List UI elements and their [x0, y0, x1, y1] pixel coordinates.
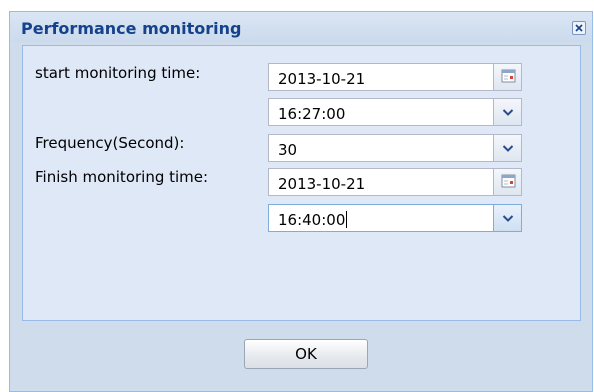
ok-button[interactable]: OK	[244, 339, 368, 369]
finish-time-field[interactable]: 16:40:00	[268, 204, 522, 232]
text-cursor	[346, 211, 348, 228]
frequency-value: 30	[278, 141, 298, 159]
frequency-dropdown-button[interactable]	[493, 135, 521, 161]
finish-date-field[interactable]: 2013-10-21	[268, 168, 522, 196]
frequency-field[interactable]: 30	[268, 134, 522, 162]
start-time-value: 16:27:00	[278, 105, 346, 123]
form-panel: start monitoring time: 2013-10-21 16:27:…	[22, 45, 581, 321]
close-button[interactable]	[572, 21, 586, 35]
performance-monitoring-dialog: Performance monitoring start monitoring …	[9, 11, 593, 392]
finish-date-picker-button[interactable]	[493, 169, 521, 195]
frequency-label: Frequency(Second):	[35, 134, 185, 152]
start-time-label: start monitoring time:	[35, 64, 201, 82]
chevron-down-icon	[502, 109, 514, 116]
start-date-value: 2013-10-21	[278, 70, 366, 88]
start-time-dropdown-button[interactable]	[493, 99, 521, 125]
dialog-title: Performance monitoring	[21, 19, 242, 38]
calendar-icon	[501, 69, 516, 83]
chevron-down-icon	[502, 145, 514, 152]
finish-time-label: Finish monitoring time:	[35, 168, 209, 186]
chevron-down-icon	[502, 215, 514, 222]
close-icon	[575, 24, 583, 32]
start-date-picker-button[interactable]	[493, 64, 521, 90]
finish-time-dropdown-button[interactable]	[493, 205, 521, 231]
start-time-field[interactable]: 16:27:00	[268, 98, 522, 126]
calendar-icon	[501, 174, 516, 188]
finish-date-value: 2013-10-21	[278, 175, 366, 193]
finish-time-value: 16:40:00	[278, 211, 348, 229]
dialog-titlebar[interactable]: Performance monitoring	[10, 12, 592, 42]
start-date-field[interactable]: 2013-10-21	[268, 63, 522, 91]
